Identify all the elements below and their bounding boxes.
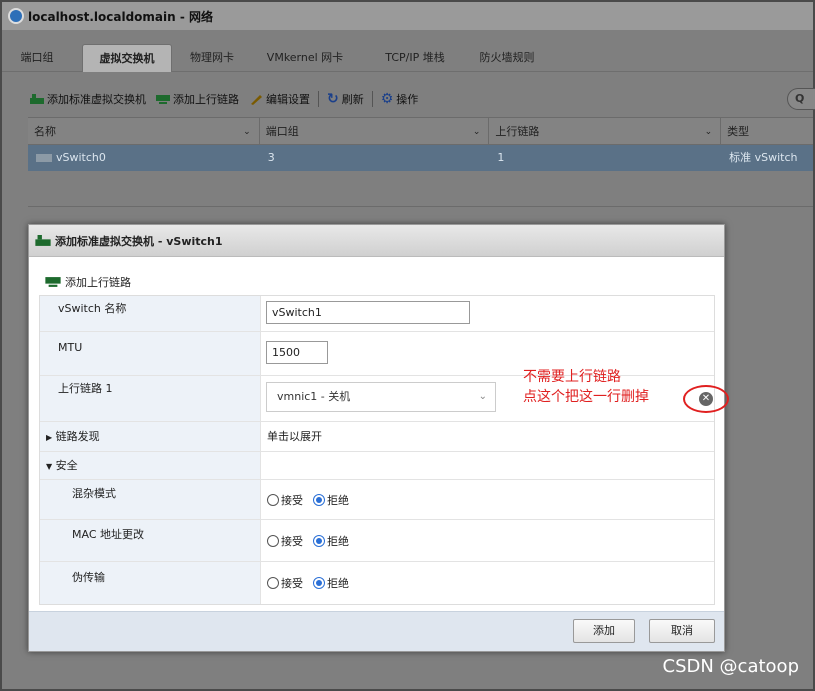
toolbar-separator: [371, 91, 373, 107]
refresh-icon: ↻: [327, 91, 339, 107]
promiscuous-label: 混杂模式: [40, 480, 261, 519]
promiscuous-accept-radio[interactable]: 接受: [267, 492, 303, 508]
chevron-down-icon: ⌄: [478, 391, 487, 402]
table-header: 名称 ⌄ 端口组 ⌄ 上行链路 ⌄ 类型: [28, 117, 813, 145]
cell-name: vSwitch0: [56, 151, 106, 164]
vswitch-icon: [36, 154, 52, 162]
promiscuous-reject-radio[interactable]: 拒绝: [313, 492, 349, 508]
form-row-discovery: ▶ 链路发现 单击以展开: [40, 422, 714, 452]
edit-settings-button[interactable]: 编辑设置: [249, 91, 310, 107]
mac-reject-radio[interactable]: 拒绝: [313, 533, 349, 549]
add-uplink-link[interactable]: 添加上行链路: [29, 267, 724, 297]
security-toggle[interactable]: ▼ 安全: [40, 452, 261, 479]
column-header-type[interactable]: 类型: [721, 118, 813, 144]
uplink-add-icon: [45, 277, 61, 287]
host-icon: [8, 8, 24, 24]
column-header-uplinks[interactable]: 上行链路 ⌄: [489, 118, 722, 144]
discovery-expand-hint[interactable]: 单击以展开: [261, 422, 714, 451]
actions-button[interactable]: ⚙ 操作: [381, 91, 419, 107]
table-empty-space: [28, 171, 813, 207]
form-row-mac-change: MAC 地址更改 接受 拒绝: [40, 520, 714, 562]
vswitch-add-icon: [30, 93, 44, 104]
chevron-down-icon: ▼: [46, 462, 53, 471]
dialog-titlebar: 添加标准虚拟交换机 - vSwitch1: [29, 225, 724, 257]
column-header-name[interactable]: 名称 ⌄: [28, 118, 260, 144]
dialog-footer: 添加 取消: [29, 611, 724, 651]
chevron-down-icon: ⌄: [704, 127, 713, 137]
table-row[interactable]: vSwitch0 3 1 标准 vSwitch: [28, 145, 813, 171]
network-window: localhost.localdomain - 网络 端口组 虚拟交换机 物理网…: [0, 0, 815, 691]
tab-firewall-rules[interactable]: 防火墙规则: [472, 44, 542, 72]
uplink-label: 上行链路 1: [40, 376, 261, 421]
discovery-toggle[interactable]: ▶ 链路发现: [40, 422, 261, 451]
add-button[interactable]: 添加: [573, 619, 635, 643]
column-header-portgroups[interactable]: 端口组 ⌄: [260, 118, 490, 144]
mac-accept-radio[interactable]: 接受: [267, 533, 303, 549]
chevron-down-icon: ⌄: [243, 127, 251, 137]
form-row-security: ▼ 安全: [40, 452, 714, 480]
vswitch-name-label: vSwitch 名称: [40, 296, 261, 331]
form-row-forged: 伪传输 接受 拒绝: [40, 562, 714, 604]
form-row-promiscuous: 混杂模式 接受 拒绝: [40, 480, 714, 520]
vswitch-add-icon: [35, 234, 51, 246]
chevron-down-icon: ⌄: [472, 127, 481, 137]
tab-tcpip-stacks[interactable]: TCP/IP 堆栈: [372, 44, 458, 72]
form-row-name: vSwitch 名称 vSwitch1: [40, 296, 714, 332]
cell-type: 标准 vSwitch: [729, 151, 798, 164]
mtu-input[interactable]: 1500: [266, 341, 328, 364]
forged-reject-radio[interactable]: 拒绝: [313, 575, 349, 591]
tab-bar: 端口组 虚拟交换机 物理网卡 VMkernel 网卡 TCP/IP 堆栈 防火墙…: [2, 38, 813, 72]
cell-uplinks: 1: [497, 151, 505, 164]
remove-uplink-button[interactable]: ✕: [683, 385, 729, 413]
search-icon: Q: [795, 92, 805, 105]
window-title: localhost.localdomain - 网络: [28, 9, 214, 24]
annotation-note: 不需要上行链路 点这个把这一行删掉: [523, 369, 649, 405]
vswitch-name-input[interactable]: vSwitch1: [266, 301, 470, 324]
vswitch-table: 名称 ⌄ 端口组 ⌄ 上行链路 ⌄ 类型 vSwitch0 3 1 标准 vSwitc…: [28, 117, 813, 207]
add-vswitch-dialog: 添加标准虚拟交换机 - vSwitch1 添加上行链路 vSwitch 名称 v…: [28, 224, 729, 652]
search-input[interactable]: Q: [787, 88, 815, 110]
uplink-select[interactable]: vmnic1 - 关机 ⌄: [266, 382, 496, 412]
gear-icon: ⚙: [380, 91, 394, 107]
tab-portgroups[interactable]: 端口组: [12, 44, 62, 72]
pencil-icon: [251, 94, 262, 105]
window-titlebar: localhost.localdomain - 网络: [2, 2, 813, 30]
add-vswitch-button[interactable]: 添加标准虚拟交换机: [30, 91, 146, 107]
forged-transmits-label: 伪传输: [40, 562, 261, 604]
refresh-button[interactable]: ↻ 刷新: [327, 91, 364, 107]
chevron-right-icon: ▶: [46, 433, 53, 442]
mtu-label: MTU: [40, 332, 261, 375]
dialog-title: 添加标准虚拟交换机 - vSwitch1: [55, 234, 223, 248]
toolbar: 添加标准虚拟交换机 添加上行链路 编辑设置 ↻ 刷新 ⚙ 操作: [30, 88, 813, 110]
tab-vmkernel-nics[interactable]: VMkernel 网卡: [260, 44, 350, 72]
cancel-button[interactable]: 取消: [649, 619, 715, 643]
close-icon: ✕: [699, 392, 713, 406]
toolbar-separator: [318, 91, 319, 107]
tab-vswitches[interactable]: 虚拟交换机: [82, 44, 172, 72]
forged-accept-radio[interactable]: 接受: [267, 575, 303, 591]
tab-physical-nics[interactable]: 物理网卡: [182, 44, 242, 72]
mac-change-label: MAC 地址更改: [40, 520, 261, 561]
vswitch-form: vSwitch 名称 vSwitch1 MTU 1500 上行链路 1 vmni…: [39, 295, 715, 605]
watermark: CSDN @catoop: [662, 656, 799, 677]
add-uplink-toolbar-button[interactable]: 添加上行链路: [156, 91, 239, 107]
uplink-add-icon: [156, 94, 170, 104]
cell-portgroups: 3: [267, 151, 275, 164]
